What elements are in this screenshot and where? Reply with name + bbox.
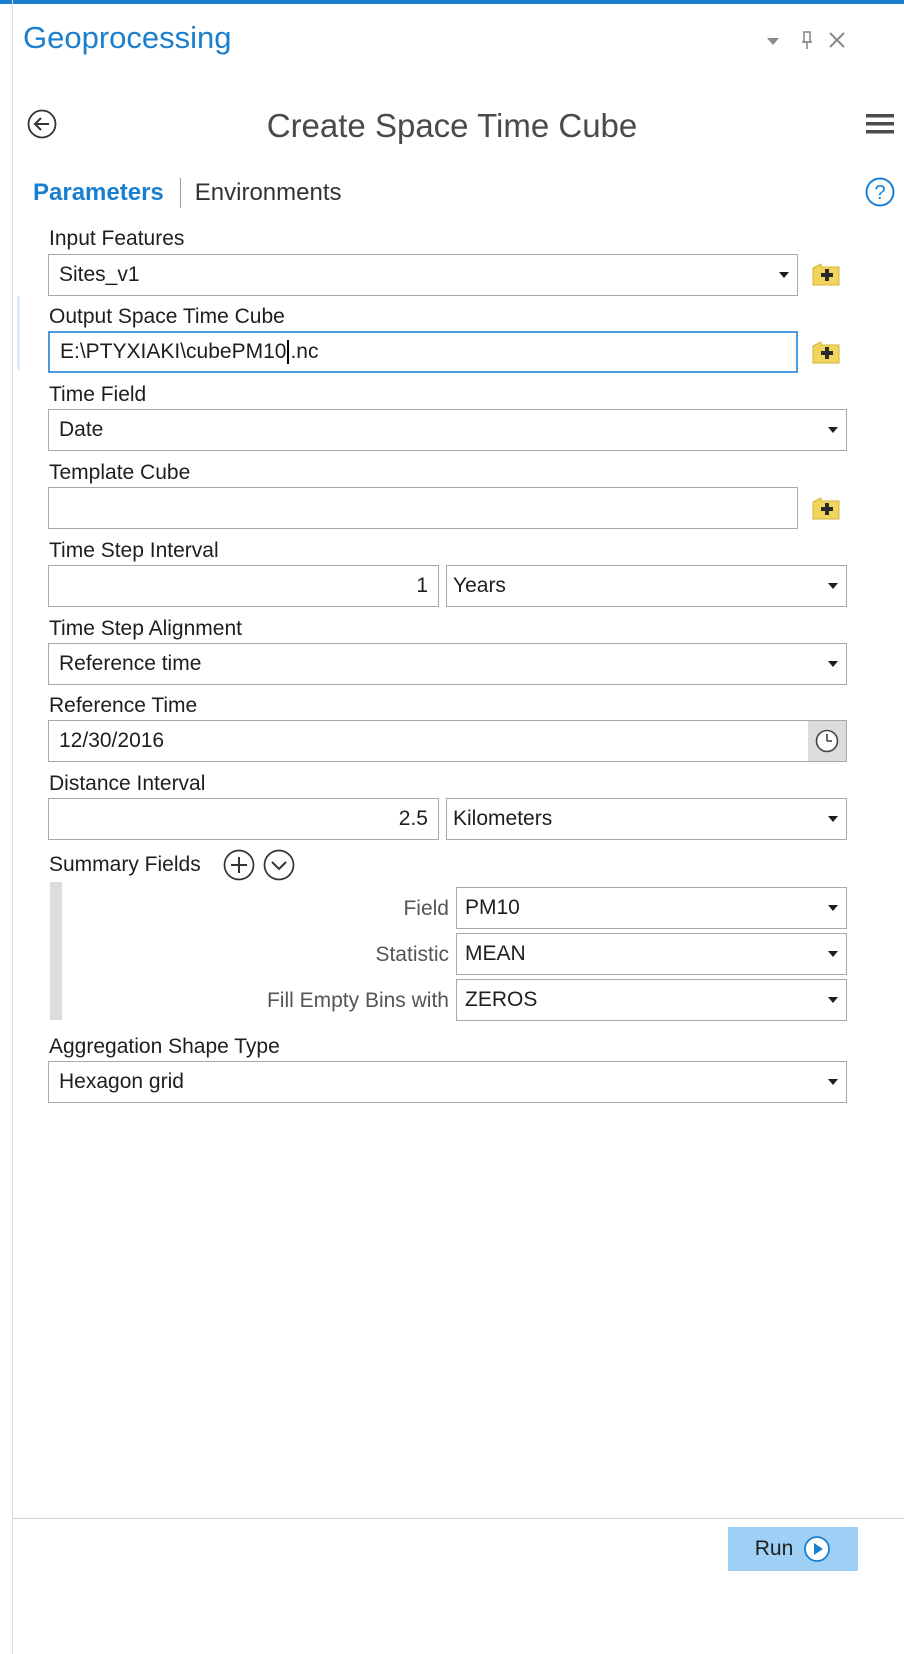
clock-icon bbox=[815, 729, 839, 753]
run-button[interactable]: Run bbox=[728, 1527, 858, 1571]
plus-circle-icon bbox=[223, 849, 255, 881]
template-cube-input[interactable] bbox=[48, 487, 798, 529]
pane-title: Geoprocessing bbox=[23, 20, 232, 55]
reference-time-input[interactable]: 12/30/2016 bbox=[48, 720, 847, 762]
output-cube-label: Output Space Time Cube bbox=[49, 305, 285, 328]
close-pane-button[interactable] bbox=[828, 31, 846, 49]
fill-empty-bins-label: Fill Empty Bins with bbox=[266, 989, 449, 1012]
tool-menu-button[interactable] bbox=[866, 113, 894, 135]
time-field-value: Date bbox=[59, 418, 104, 441]
time-step-interval-value: 1 bbox=[416, 574, 428, 597]
aggregation-shape-dropdown[interactable]: Hexagon grid bbox=[48, 1061, 847, 1103]
fill-empty-bins-dropdown[interactable]: ZEROS bbox=[456, 979, 847, 1021]
output-cube-value-part2: .nc bbox=[290, 339, 319, 363]
tab-environments[interactable]: Environments bbox=[195, 179, 342, 207]
time-step-unit-value: Years bbox=[453, 574, 506, 597]
output-cube-value-part1: E:\PTYXIAKI\cubePM10 bbox=[60, 339, 287, 363]
tab-parameters[interactable]: Parameters bbox=[33, 179, 164, 207]
input-features-browse-button[interactable] bbox=[810, 258, 842, 290]
chevron-down-circle-icon bbox=[263, 849, 295, 881]
distance-interval-input[interactable]: 2.5 bbox=[48, 798, 439, 840]
summary-field-value: PM10 bbox=[465, 896, 520, 919]
pane-options-button[interactable] bbox=[766, 36, 780, 46]
distance-unit-dropdown[interactable]: Kilometers bbox=[446, 798, 847, 840]
time-step-unit-dropdown[interactable]: Years bbox=[446, 565, 847, 607]
window-top-accent bbox=[0, 0, 904, 4]
help-button[interactable]: ? bbox=[864, 176, 896, 208]
aggregation-shape-value: Hexagon grid bbox=[59, 1070, 184, 1093]
chevron-down-icon bbox=[828, 427, 838, 433]
chevron-down-icon bbox=[828, 951, 838, 957]
add-summary-field-button[interactable] bbox=[222, 848, 256, 882]
summary-field-row-handle[interactable] bbox=[50, 882, 62, 1020]
summary-field-dropdown[interactable]: PM10 bbox=[456, 887, 847, 929]
chevron-down-icon bbox=[779, 272, 789, 278]
input-features-dropdown[interactable]: Sites_v1 bbox=[48, 254, 798, 296]
output-cube-input[interactable]: E:\PTYXIAKI\cubePM10 .nc bbox=[48, 331, 798, 373]
chevron-down-icon bbox=[828, 997, 838, 1003]
fill-empty-bins-value: ZEROS bbox=[465, 988, 538, 1011]
input-features-label: Input Features bbox=[49, 227, 185, 250]
distance-unit-value: Kilometers bbox=[453, 807, 553, 830]
aggregation-shape-label: Aggregation Shape Type bbox=[49, 1035, 280, 1058]
chevron-down-icon bbox=[828, 1079, 838, 1085]
close-icon bbox=[829, 32, 845, 48]
help-icon: ? bbox=[865, 177, 895, 207]
chevron-down-icon bbox=[828, 661, 838, 667]
time-step-alignment-dropdown[interactable]: Reference time bbox=[48, 643, 847, 685]
chevron-down-icon bbox=[828, 816, 838, 822]
time-step-interval-input[interactable]: 1 bbox=[48, 565, 439, 607]
summary-field-name-label: Field bbox=[403, 897, 449, 920]
output-cube-value: E:\PTYXIAKI\cubePM10 .nc bbox=[50, 339, 319, 365]
statistic-value: MEAN bbox=[465, 942, 526, 965]
tab-divider bbox=[179, 178, 181, 208]
template-cube-browse-button[interactable] bbox=[810, 492, 842, 524]
reference-time-value: 12/30/2016 bbox=[59, 729, 165, 752]
play-circle-icon bbox=[804, 1536, 831, 1562]
time-field-label: Time Field bbox=[49, 383, 147, 406]
hamburger-menu-icon bbox=[866, 114, 894, 134]
output-cube-browse-button[interactable] bbox=[810, 336, 842, 368]
chevron-down-icon bbox=[828, 905, 838, 911]
statistic-dropdown[interactable]: MEAN bbox=[456, 933, 847, 975]
footer-divider bbox=[13, 1518, 904, 1519]
expand-summary-fields-button[interactable] bbox=[262, 848, 296, 882]
tool-title: Create Space Time Cube bbox=[266, 107, 638, 144]
statistic-label: Statistic bbox=[375, 943, 449, 966]
distance-interval-label: Distance Interval bbox=[49, 772, 206, 795]
template-cube-label: Template Cube bbox=[49, 461, 191, 484]
distance-interval-value: 2.5 bbox=[398, 807, 428, 830]
auto-hide-button[interactable] bbox=[800, 30, 816, 50]
folder-add-icon bbox=[812, 497, 840, 520]
time-step-alignment-value: Reference time bbox=[59, 652, 202, 675]
tool-tabs: Parameters Environments bbox=[33, 178, 342, 208]
reference-time-label: Reference Time bbox=[49, 694, 198, 717]
input-features-value: Sites_v1 bbox=[59, 263, 140, 286]
summary-fields-label: Summary Fields bbox=[49, 853, 201, 876]
pin-icon bbox=[802, 31, 812, 49]
chevron-down-icon bbox=[828, 583, 838, 589]
time-field-dropdown[interactable]: Date bbox=[48, 409, 847, 451]
window-left-border bbox=[0, 0, 13, 1654]
run-label: Run bbox=[754, 1537, 794, 1560]
svg-text:?: ? bbox=[874, 182, 885, 204]
dropdown-arrow-icon bbox=[767, 38, 779, 45]
folder-add-icon bbox=[812, 263, 840, 286]
time-step-alignment-label: Time Step Alignment bbox=[49, 617, 242, 640]
time-step-interval-label: Time Step Interval bbox=[49, 539, 219, 562]
active-parameter-marker bbox=[17, 296, 20, 370]
folder-add-icon bbox=[812, 341, 840, 364]
date-picker-button[interactable] bbox=[808, 721, 846, 761]
